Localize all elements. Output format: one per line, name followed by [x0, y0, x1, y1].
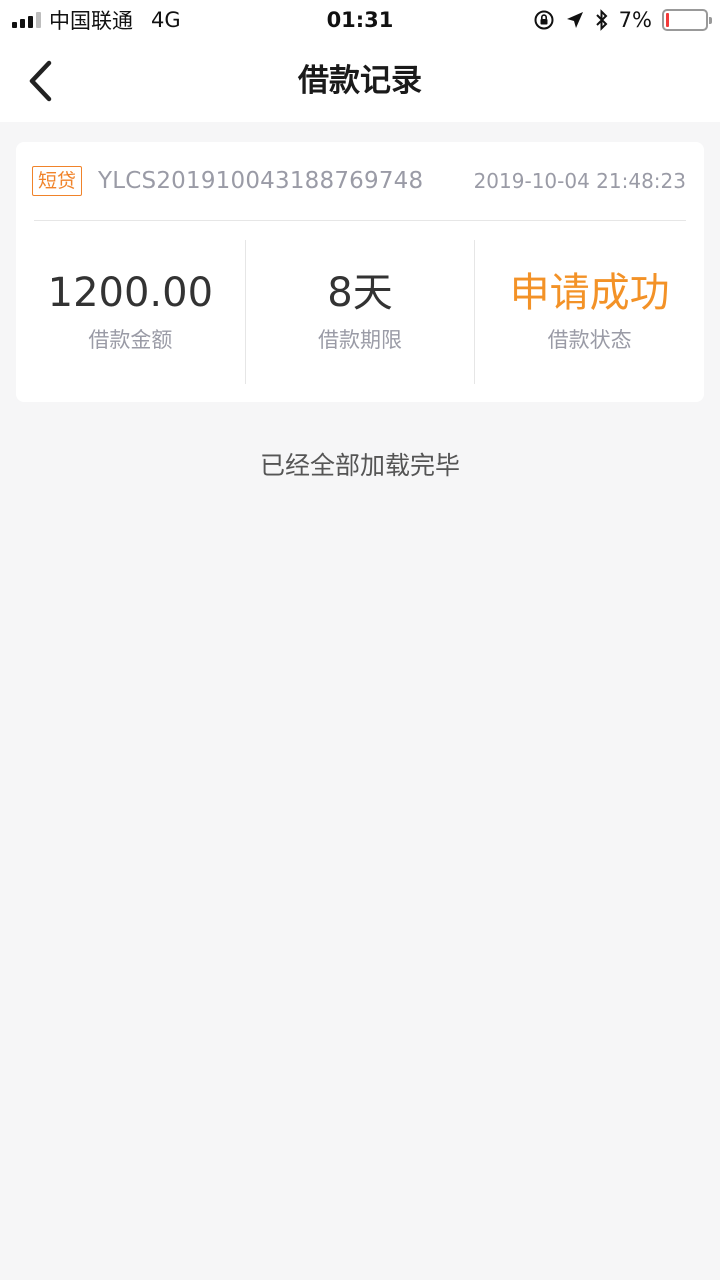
loan-status-label: 借款状态 — [547, 328, 632, 352]
loan-term-label: 借款期限 — [318, 328, 402, 352]
loan-amount-value: 1200.00 — [47, 270, 214, 316]
loan-datetime: 2019-10-04 21:48:23 — [473, 169, 686, 193]
status-bar: 中国联通 4G 01:31 7% — [0, 0, 720, 40]
battery-level-fill — [666, 13, 669, 27]
stat-status: 申请成功 借款状态 — [474, 240, 704, 384]
nav-bar: 借款记录 — [0, 40, 720, 122]
loan-record-header: 短贷 YLCS20191004318876974​8 2019-10-04 21… — [32, 164, 686, 198]
location-arrow-icon — [565, 10, 585, 30]
bluetooth-icon — [595, 9, 609, 31]
page-title: 借款记录 — [298, 63, 422, 99]
status-right: 7% — [533, 0, 712, 40]
battery-percent: 7% — [618, 8, 652, 32]
loan-stats: 1200.00 借款金额 8天 借款期限 申请成功 借款状态 — [16, 240, 704, 384]
load-complete-text: 已经全部加载完毕 — [259, 451, 460, 480]
loan-amount-label: 借款金额 — [88, 328, 173, 352]
loan-status-value: 申请成功 — [509, 270, 670, 316]
loan-record-card[interactable]: 短贷 YLCS20191004318876974​8 2019-10-04 21… — [16, 142, 704, 402]
battery-icon — [662, 9, 712, 31]
loan-number: YLCS20191004318876974​8 — [98, 168, 424, 194]
card-divider — [34, 220, 686, 221]
loan-type-tag: 短贷 — [32, 166, 83, 196]
orientation-lock-icon — [533, 9, 555, 31]
loan-term-value: 8天 — [327, 270, 393, 316]
stat-amount: 1200.00 借款金额 — [16, 240, 245, 384]
stat-term: 8天 借款期限 — [244, 240, 475, 384]
